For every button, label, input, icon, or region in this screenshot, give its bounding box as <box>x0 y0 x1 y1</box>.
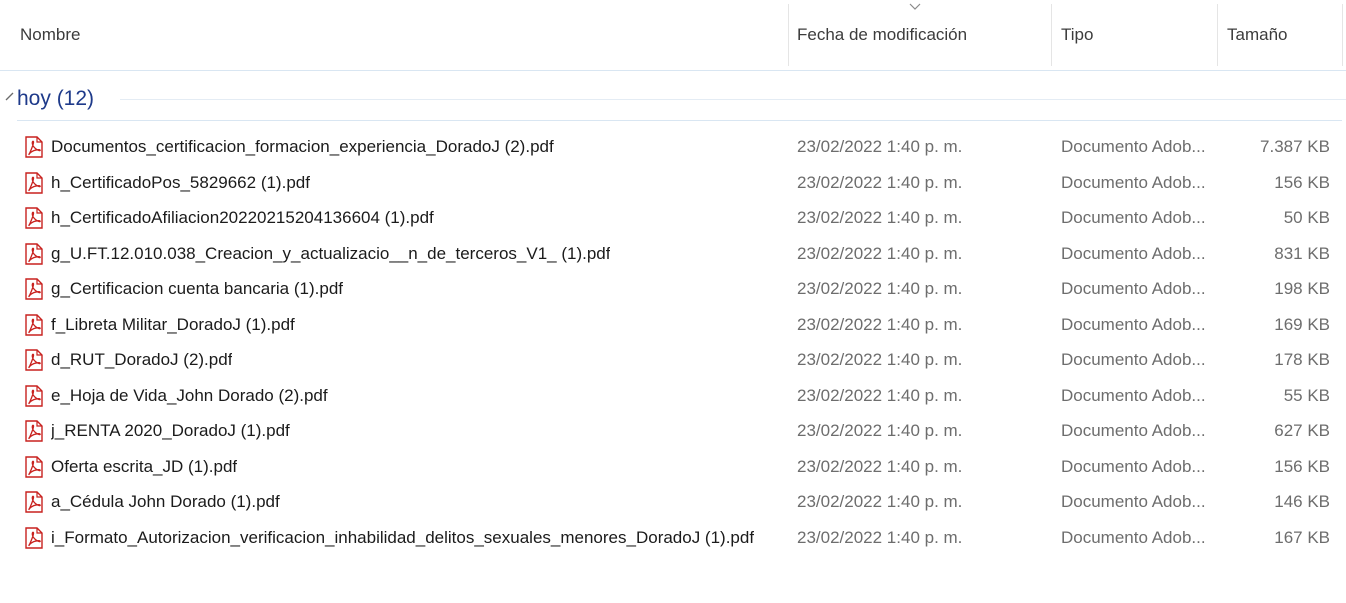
pdf-file-icon <box>23 420 45 442</box>
file-row[interactable]: i_Formato_Autorizacion_verificacion_inha… <box>0 521 1346 557</box>
file-size: 831 KB <box>1274 243 1330 263</box>
file-name: i_Formato_Autorizacion_verificacion_inha… <box>51 527 755 547</box>
file-type: Documento Adob... <box>1061 314 1206 334</box>
file-type: Documento Adob... <box>1061 350 1206 369</box>
file-name: j_RENTA 2020_DoradoJ (1).pdf <box>51 421 290 440</box>
file-type: Documento Adob... <box>1061 137 1206 156</box>
column-header-size-label: Tamaño <box>1227 25 1288 44</box>
file-date: 23/02/2022 1:40 p. m. <box>797 421 963 440</box>
column-header-date[interactable]: Fecha de modificación <box>789 0 1051 70</box>
pdf-file-icon <box>23 242 45 265</box>
file-type: Documento Adob... <box>1061 279 1206 298</box>
file-name: e_Hoja de Vida_John Dorado (2).pdf <box>51 385 328 405</box>
file-row[interactable]: h_CertificadoAfiliacion20220215204136604… <box>0 201 1346 237</box>
file-type: Documento Adob... <box>1061 421 1206 440</box>
group-header-today[interactable]: hoy (12) <box>0 80 1346 121</box>
file-size: 50 KB <box>1283 208 1330 227</box>
file-type: Documento Adob... <box>1061 527 1206 547</box>
file-list: Documentos_certificacion_formacion_exper… <box>0 130 1346 556</box>
file-size: 156 KB <box>1274 172 1330 192</box>
file-date: 23/02/2022 1:40 p. m. <box>797 208 963 227</box>
file-row[interactable]: Documentos_certificacion_formacion_exper… <box>0 130 1346 166</box>
file-date: 23/02/2022 1:40 p. m. <box>797 137 963 156</box>
file-date: 23/02/2022 1:40 p. m. <box>797 172 963 192</box>
group-underline <box>17 120 1342 121</box>
pdf-file-icon <box>23 526 45 549</box>
column-divider[interactable] <box>1342 4 1343 66</box>
file-size: 7.387 KB <box>1260 137 1330 156</box>
file-size: 156 KB <box>1274 456 1330 476</box>
file-type: Documento Adob... <box>1061 243 1206 263</box>
file-type: Documento Adob... <box>1061 385 1206 405</box>
file-name: Documentos_certificacion_formacion_exper… <box>51 137 554 156</box>
file-size: 167 KB <box>1274 527 1330 547</box>
file-name: h_CertificadoPos_5829662 (1).pdf <box>51 172 310 192</box>
file-size: 198 KB <box>1274 279 1330 298</box>
file-row[interactable]: d_RUT_DoradoJ (2).pdf 23/02/2022 1:40 p. … <box>0 343 1346 379</box>
file-date: 23/02/2022 1:40 p. m. <box>797 385 963 405</box>
file-type: Documento Adob... <box>1061 172 1206 192</box>
file-size: 627 KB <box>1274 421 1330 440</box>
pdf-file-icon <box>23 455 45 478</box>
file-size: 146 KB <box>1274 492 1330 511</box>
file-date: 23/02/2022 1:40 p. m. <box>797 279 963 298</box>
file-type: Documento Adob... <box>1061 456 1206 476</box>
file-name: Oferta escrita_JD (1).pdf <box>51 456 238 476</box>
column-header-size[interactable]: Tamaño <box>1219 0 1342 70</box>
file-date: 23/02/2022 1:40 p. m. <box>797 350 963 369</box>
pdf-file-icon <box>23 349 45 371</box>
file-date: 23/02/2022 1:40 p. m. <box>797 456 963 476</box>
group-divider <box>120 99 1346 100</box>
file-type: Documento Adob... <box>1061 492 1206 511</box>
file-size: 55 KB <box>1283 385 1330 405</box>
file-explorer-details-view: Nombre Fecha de modificación Tipo Tamaño… <box>0 0 1346 603</box>
file-type: Documento Adob... <box>1061 208 1206 227</box>
file-name: f_Libreta Militar_DoradoJ (1).pdf <box>51 314 295 334</box>
file-row[interactable]: g_U.FT.12.010.038_Creacion_y_actualizaci… <box>0 237 1346 273</box>
pdf-file-icon <box>23 384 45 407</box>
column-header-bar: Nombre Fecha de modificación Tipo Tamaño <box>0 0 1346 71</box>
column-header-name-label: Nombre <box>20 25 81 44</box>
file-name: g_Certificacion cuenta bancaria (1).pdf <box>51 279 343 298</box>
file-name: a_Cédula John Dorado (1).pdf <box>51 492 280 511</box>
file-row[interactable]: j_RENTA 2020_DoradoJ (1).pdf 23/02/2022 1… <box>0 414 1346 450</box>
file-date: 23/02/2022 1:40 p. m. <box>797 492 963 511</box>
column-header-type[interactable]: Tipo <box>1053 0 1217 70</box>
column-header-name[interactable]: Nombre <box>12 0 788 70</box>
pdf-file-icon <box>23 491 45 513</box>
column-divider[interactable] <box>1051 4 1052 66</box>
pdf-file-icon <box>23 313 45 336</box>
pdf-file-icon <box>23 136 45 158</box>
column-header-date-label: Fecha de modificación <box>797 25 968 44</box>
column-header-type-label: Tipo <box>1061 25 1094 44</box>
file-name: g_U.FT.12.010.038_Creacion_y_actualizaci… <box>51 243 611 263</box>
file-date: 23/02/2022 1:40 p. m. <box>797 314 963 334</box>
file-size: 169 KB <box>1274 314 1330 334</box>
file-size: 178 KB <box>1274 350 1330 369</box>
file-date: 23/02/2022 1:40 p. m. <box>797 243 963 263</box>
file-name: h_CertificadoAfiliacion20220215204136604… <box>51 208 434 227</box>
column-divider[interactable] <box>1217 4 1218 66</box>
file-row[interactable]: f_Libreta Militar_DoradoJ (1).pdf 23/02/2… <box>0 308 1346 344</box>
file-row[interactable]: Oferta escrita_JD (1).pdf 23/02/2022 1:40… <box>0 450 1346 486</box>
pdf-file-icon <box>23 207 45 229</box>
file-row[interactable]: h_CertificadoPos_5829662 (1).pdf 23/02/20… <box>0 166 1346 202</box>
collapse-chevron-icon[interactable] <box>4 90 16 102</box>
file-row[interactable]: a_Cédula John Dorado (1).pdf 23/02/2022 1… <box>0 485 1346 521</box>
file-name: d_RUT_DoradoJ (2).pdf <box>51 350 233 369</box>
group-label: hoy (12) <box>17 87 95 110</box>
pdf-file-icon <box>23 171 45 194</box>
file-row[interactable]: g_Certificacion cuenta bancaria (1).pdf 2… <box>0 272 1346 308</box>
file-date: 23/02/2022 1:40 p. m. <box>797 527 963 547</box>
pdf-file-icon <box>23 278 45 300</box>
file-row[interactable]: e_Hoja de Vida_John Dorado (2).pdf 23/02/… <box>0 379 1346 415</box>
